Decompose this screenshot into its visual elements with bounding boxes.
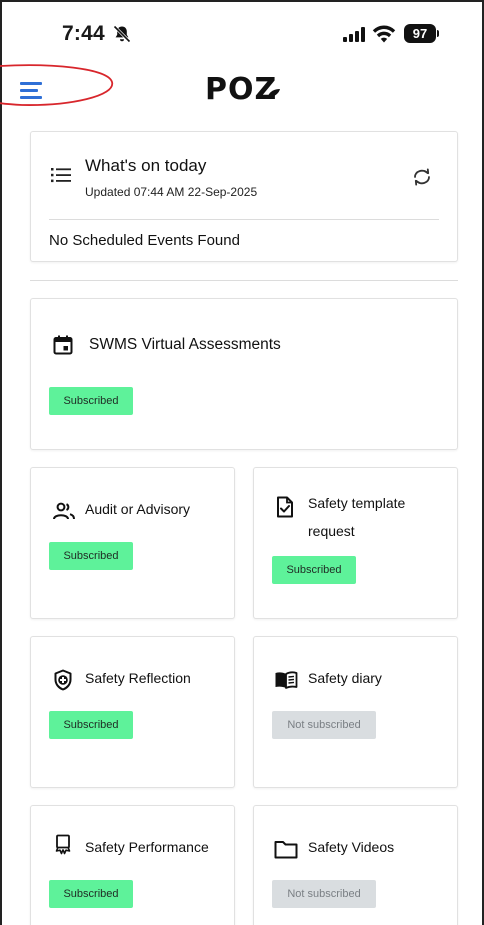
service-title: Safety Videos xyxy=(308,839,395,855)
service-title: Safety Performance xyxy=(85,839,209,855)
service-title: Audit or Advisory xyxy=(85,501,191,517)
poz-logo-mark xyxy=(268,89,280,97)
refresh-icon[interactable] xyxy=(411,168,433,186)
app-header: POZ xyxy=(0,62,484,118)
service-card-template-request[interactable]: Safety template request Subscribed xyxy=(253,467,458,619)
status-badge: Not subscribed xyxy=(272,880,376,908)
document-check-icon xyxy=(277,496,293,518)
today-divider xyxy=(49,219,439,220)
service-title: Safety template xyxy=(308,495,406,511)
people-icon xyxy=(53,502,75,520)
service-card-audit[interactable]: Audit or Advisory Subscribed xyxy=(30,467,235,619)
award-icon xyxy=(55,834,71,855)
status-badge: Subscribed xyxy=(49,542,133,570)
list-icon xyxy=(51,168,71,183)
status-badge: Not subscribed xyxy=(272,711,376,739)
today-updated-timestamp: Updated 07:44 AM 22-Sep-2025 xyxy=(85,185,258,199)
service-card-reflection[interactable]: Safety Reflection Subscribed xyxy=(30,636,235,788)
status-time: 7:44 xyxy=(62,22,105,45)
service-title: Safety Reflection xyxy=(85,670,191,686)
battery-icon: 97 xyxy=(404,24,436,43)
service-title: SWMS Virtual Assessments xyxy=(89,336,281,353)
service-card-swms[interactable]: SWMS Virtual Assessments Subscribed xyxy=(30,298,458,450)
service-title: Safety diary xyxy=(308,670,382,686)
folder-icon xyxy=(274,841,298,859)
wifi-icon xyxy=(372,25,396,43)
section-divider xyxy=(30,280,458,281)
signal-icon xyxy=(343,27,365,42)
no-events-message: No Scheduled Events Found xyxy=(49,232,240,249)
status-badge: Subscribed xyxy=(49,711,133,739)
service-card-videos[interactable]: Safety Videos Not subscribed xyxy=(253,805,458,925)
service-card-diary[interactable]: Safety diary Not subscribed xyxy=(253,636,458,788)
calendar-icon xyxy=(53,335,73,355)
bell-slash-icon xyxy=(113,25,131,43)
battery-nub xyxy=(437,30,439,37)
menu-button[interactable] xyxy=(20,80,46,102)
service-title-line2: request xyxy=(308,523,355,539)
status-bar: 7:44 97 xyxy=(0,0,484,62)
service-card-performance[interactable]: Safety Performance Subscribed xyxy=(30,805,235,925)
annotation-circle xyxy=(0,64,113,106)
status-badge: Subscribed xyxy=(49,880,133,908)
whats-on-today-card: What's on today Updated 07:44 AM 22-Sep-… xyxy=(30,131,458,262)
open-book-icon xyxy=(275,671,298,689)
status-badge: Subscribed xyxy=(272,556,356,584)
today-title: What's on today xyxy=(85,156,207,175)
shield-plus-icon xyxy=(54,669,72,691)
status-badge: Subscribed xyxy=(49,387,133,415)
